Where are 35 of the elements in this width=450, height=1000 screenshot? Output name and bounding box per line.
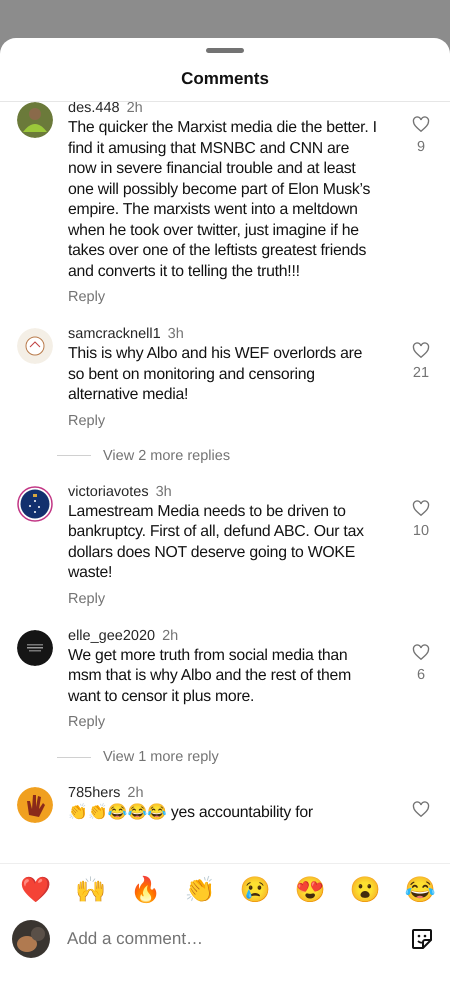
view-replies-link[interactable]: View 2 more replies — [103, 448, 230, 464]
reaction-emoji[interactable]: 🔥 — [130, 874, 162, 908]
reply-link[interactable]: Reply — [68, 289, 106, 305]
user-avatar[interactable] — [12, 920, 50, 958]
comment-time: 2h — [127, 785, 144, 801]
comment-text: The quicker the Marxist media die the better. I find it amusing that MSNBC and CNN are now in severe financial trouble and at least one will possibly become part of Elon Musk’s empire. The marxists went into a meltdown when he took over twitter, just imagine if he takes over one of the leftists greatest friends and converts it to telling the truth!!! — [68, 118, 377, 282]
drag-handle[interactable] — [206, 48, 244, 53]
sticker-icon[interactable] — [410, 927, 434, 951]
reply-link[interactable]: Reply — [68, 412, 106, 428]
comment-text: We get more truth from social media than msm that is why Albo and the rest of them want to censor it plus more. — [68, 646, 352, 706]
heart-icon[interactable] — [412, 116, 430, 133]
username[interactable]: elle_gee2020 — [68, 628, 156, 644]
comment-time: 3h — [156, 484, 172, 500]
reaction-emoji[interactable]: ❤ — [20, 874, 52, 908]
heart-icon[interactable] — [412, 801, 430, 818]
comment-time: 2h — [162, 628, 178, 644]
username[interactable]: samcracknell1 — [68, 326, 161, 342]
view-replies-link[interactable]: View 1 more reply — [103, 749, 219, 765]
sheet-title: Comments — [0, 53, 450, 102]
like-count: 10 — [412, 522, 430, 538]
heart-icon[interactable] — [412, 644, 430, 660]
username[interactable]: 785hers — [68, 785, 120, 801]
comment-time: 3h — [168, 326, 184, 342]
username[interactable]: victoriavotes — [68, 484, 149, 500]
comment-text: Lamestream Media needs to be driven to bankruptcy. First of all, defund ABC. Our tax dollars does NOT deserve going to WOKE waste! — [68, 502, 365, 583]
comment-text: 👏👏😂😂😂 yes accountability for — [68, 803, 314, 823]
like-count: 21 — [412, 365, 430, 381]
comment-input[interactable]: Add a comment… — [65, 928, 395, 950]
reply-link[interactable]: Reply — [68, 714, 106, 730]
reply-link[interactable]: Reply — [68, 590, 106, 606]
heart-icon[interactable] — [412, 500, 430, 516]
like-count: 6 — [416, 666, 426, 682]
comment-text: This is why Albo and his WEF overlords are so bent on monitoring and censoring alternative media! — [68, 344, 364, 405]
heart-icon[interactable] — [412, 342, 430, 359]
like-count: 9 — [416, 139, 426, 155]
